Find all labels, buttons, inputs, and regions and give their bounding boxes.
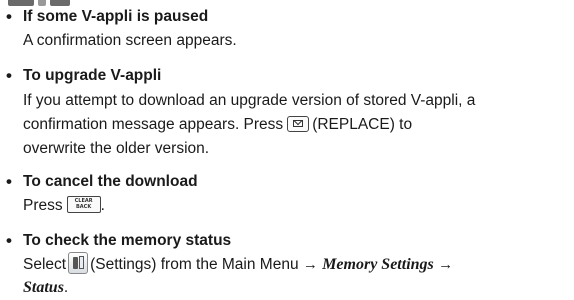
body-line: If you attempt to download an upgrade ve… bbox=[23, 92, 476, 109]
bullet: • bbox=[6, 172, 12, 191]
bullet: • bbox=[6, 231, 12, 250]
arrow-right-icon: → bbox=[438, 256, 454, 273]
body-line: A confirmation screen appears. bbox=[23, 32, 237, 49]
item-heading: To cancel the download bbox=[23, 173, 198, 190]
clear-back-key-icon: CLEAR BACK bbox=[66, 196, 101, 213]
item-body: Press CLEAR BACK. bbox=[23, 194, 568, 218]
bullet: • bbox=[6, 66, 12, 85]
envelope-glyph bbox=[293, 120, 304, 127]
body-text: (REPLACE) to bbox=[312, 116, 413, 133]
item-heading: To upgrade V-appli bbox=[23, 67, 162, 84]
item-heading: To check the memory status bbox=[23, 232, 232, 249]
body-text: (Settings) from the Main Menu bbox=[90, 256, 299, 273]
menu-path-status: Status bbox=[23, 279, 64, 296]
settings-icon bbox=[68, 252, 89, 274]
body-text: confirmation message appears. Press bbox=[23, 116, 284, 133]
arrow-right-icon: → bbox=[302, 256, 318, 273]
body-line: confirmation message appears. Press (REPL… bbox=[23, 113, 568, 137]
item-body: Select (Settings) from the Main Menu → Me… bbox=[23, 252, 568, 300]
body-text: Press bbox=[23, 197, 63, 214]
body-text: . bbox=[100, 197, 105, 214]
body-text: Select bbox=[23, 256, 67, 273]
body-line: overwrite the older version. bbox=[23, 140, 210, 157]
body-line: Status. bbox=[23, 276, 568, 300]
body-line: Select (Settings) from the Main Menu → Me… bbox=[23, 252, 568, 276]
mail-key-icon bbox=[287, 116, 310, 132]
item-heading: If some V-appli is paused bbox=[23, 8, 209, 25]
key-label-bottom: BACK bbox=[76, 204, 92, 210]
item-body: A confirmation screen appears. bbox=[23, 29, 568, 53]
body-line: Press CLEAR BACK. bbox=[23, 194, 568, 218]
bullet: • bbox=[6, 7, 12, 26]
item-body: If you attempt to download an upgrade ve… bbox=[23, 89, 568, 161]
menu-path-memory-settings: Memory Settings bbox=[322, 256, 434, 273]
body-text: . bbox=[63, 279, 69, 296]
